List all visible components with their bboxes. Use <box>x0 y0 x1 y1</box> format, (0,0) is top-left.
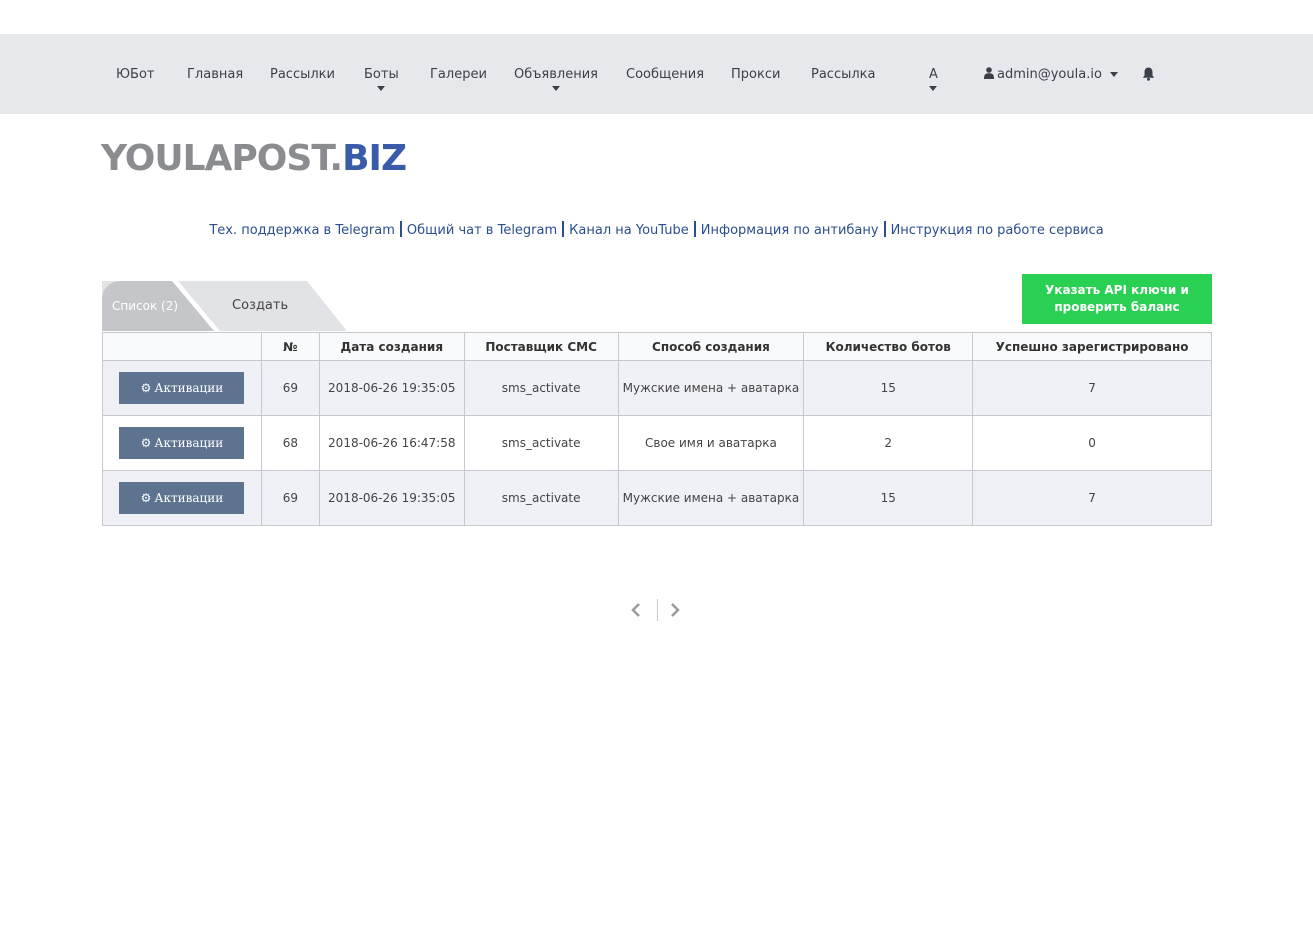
cell-number: 69 <box>260 360 320 416</box>
logo-text-accent: BIZ <box>342 138 407 179</box>
link-antiban-info[interactable]: Информация по антибану <box>701 223 879 238</box>
cell-actions: ⚙ Активации <box>102 415 262 471</box>
chevron-left-icon[interactable] <box>630 601 642 619</box>
nav-item-mailing[interactable]: Рассылка <box>811 67 876 82</box>
cell-sms-provider: sms_activate <box>463 360 619 416</box>
top-navbar: ЮБот Главная Рассылки Боты Галереи Объяв… <box>0 34 1313 114</box>
link-divider <box>693 221 696 237</box>
cell-registered-count: 0 <box>972 415 1212 471</box>
nav-item-bots[interactable]: Боты <box>364 67 399 91</box>
nav-item-yubot[interactable]: ЮБот <box>116 67 154 82</box>
gear-icon: ⚙ <box>140 381 152 395</box>
help-links: Тех. поддержка в Telegram Общий чат в Tel… <box>0 221 1313 238</box>
header-sms-provider: Поставщик СМС <box>463 332 619 361</box>
header-actions <box>102 332 262 361</box>
logo-text-main: YOULAPOST. <box>101 138 343 179</box>
caret-down-icon <box>1109 72 1118 77</box>
cell-bot-count: 2 <box>803 415 974 471</box>
tabs: Создать Список (2) <box>102 281 362 331</box>
link-youtube-channel[interactable]: Канал на YouTube <box>569 223 689 238</box>
link-divider <box>399 221 402 237</box>
cell-created-date: 2018-06-26 16:47:58 <box>318 415 465 471</box>
cell-actions: ⚙ Активации <box>102 470 262 526</box>
table-header-row: № Дата создания Поставщик СМС Способ соз… <box>102 332 1212 361</box>
cell-number: 68 <box>260 415 320 471</box>
chevron-right-icon[interactable] <box>669 601 681 619</box>
header-bot-count: Количество ботов <box>803 332 974 361</box>
cell-sms-provider: sms_activate <box>463 415 619 471</box>
nav-item-ads[interactable]: Объявления <box>514 67 598 91</box>
pagination <box>625 598 691 622</box>
activations-button[interactable]: ⚙ Активации <box>119 372 245 404</box>
table-row: ⚙ Активации 69 2018-06-26 19:35:05 sms_ac… <box>102 360 1212 416</box>
nav-item-galleries[interactable]: Галереи <box>430 67 487 82</box>
cell-creation-method: Мужские имена + аватарка <box>617 470 805 526</box>
link-divider <box>883 221 886 237</box>
activations-button[interactable]: ⚙ Активации <box>119 427 245 459</box>
cell-number: 69 <box>260 470 320 526</box>
caret-down-icon <box>377 86 386 91</box>
caret-down-icon <box>552 86 560 91</box>
caret-down-icon <box>929 86 938 91</box>
tab-list-label: Список (2) <box>112 299 179 313</box>
cell-created-date: 2018-06-26 19:35:05 <box>318 360 465 416</box>
header-registered-count: Успешно зарегистрировано <box>972 332 1212 361</box>
nav-item-home[interactable]: Главная <box>187 67 243 82</box>
link-telegram-support[interactable]: Тех. поддержка в Telegram <box>209 223 395 238</box>
bell-icon[interactable] <box>1142 67 1155 81</box>
registrations-table: № Дата создания Поставщик СМС Способ соз… <box>102 332 1212 526</box>
table-row: ⚙ Активации 68 2018-06-26 16:47:58 sms_ac… <box>102 415 1212 471</box>
activations-button-label: Активации <box>154 381 224 395</box>
cell-creation-method: Мужские имена + аватарка <box>617 360 805 416</box>
link-telegram-chat[interactable]: Общий чат в Telegram <box>407 223 557 238</box>
activations-button-label: Активации <box>154 491 224 505</box>
user-icon <box>984 67 994 79</box>
gear-icon: ⚙ <box>140 436 152 450</box>
cell-registered-count: 7 <box>972 360 1212 416</box>
nav-item-mailings[interactable]: Рассылки <box>270 67 335 82</box>
api-keys-button-line1: Указать API ключи и <box>1045 283 1189 297</box>
cell-created-date: 2018-06-26 19:35:05 <box>318 470 465 526</box>
cell-creation-method: Свое имя и аватарка <box>617 415 805 471</box>
header-created-date: Дата создания <box>318 332 465 361</box>
header-number: № <box>260 332 320 361</box>
cell-bot-count: 15 <box>803 470 974 526</box>
tab-create-label: Создать <box>232 298 289 313</box>
user-menu[interactable]: admin@youla.io <box>984 67 1118 82</box>
nav-item-proxy[interactable]: Прокси <box>731 67 780 82</box>
cell-bot-count: 15 <box>803 360 974 416</box>
header-creation-method: Способ создания <box>617 332 805 361</box>
nav-item-messages[interactable]: Сообщения <box>626 67 704 82</box>
gear-icon: ⚙ <box>140 491 152 505</box>
nav-item-bots-label: Боты <box>364 67 399 82</box>
link-divider <box>562 221 565 237</box>
user-email: admin@youla.io <box>997 67 1102 82</box>
site-logo[interactable]: YOULAPOST.BIZ <box>101 138 407 179</box>
cell-actions: ⚙ Активации <box>102 360 262 416</box>
api-keys-button[interactable]: Указать API ключи и проверить баланс <box>1022 274 1212 324</box>
api-keys-button-line2: проверить баланс <box>1054 300 1180 314</box>
table-row: ⚙ Активации 69 2018-06-26 19:35:05 sms_ac… <box>102 470 1212 526</box>
nav-item-ads-label: Объявления <box>514 67 598 82</box>
nav-item-language-label: A <box>929 67 938 82</box>
cell-registered-count: 7 <box>972 470 1212 526</box>
pagination-divider <box>657 599 658 621</box>
nav-item-language[interactable]: A <box>929 67 938 91</box>
activations-button[interactable]: ⚙ Активации <box>119 482 245 514</box>
activations-button-label: Активации <box>154 436 224 450</box>
link-service-instructions[interactable]: Инструкция по работе сервиса <box>891 223 1104 238</box>
cell-sms-provider: sms_activate <box>463 470 619 526</box>
